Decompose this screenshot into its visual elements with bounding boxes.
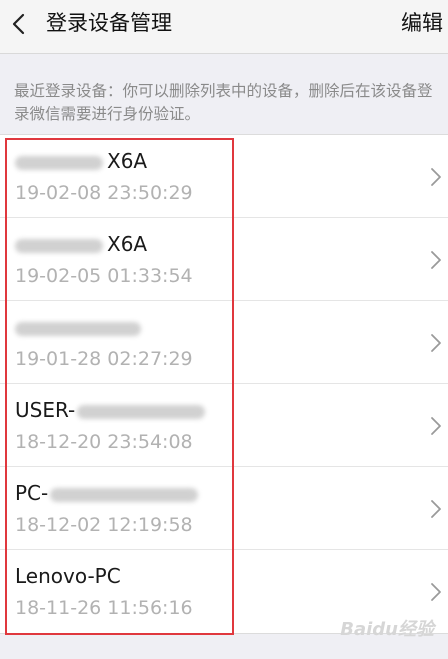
login-time: 19-02-05 01:33:54 bbox=[15, 265, 193, 287]
device-name: X6A bbox=[15, 230, 147, 258]
redacted-blur bbox=[77, 404, 206, 419]
login-time: 19-02-08 23:50:29 bbox=[15, 182, 193, 204]
hint-text: 最近登录设备：你可以删除列表中的设备，删除后在该设备登录微信需要进行身份验证。 bbox=[14, 82, 433, 123]
navigation-bar: 登录设备管理 编辑 bbox=[0, 0, 448, 54]
chevron-right-icon bbox=[431, 334, 441, 352]
login-time: 18-12-02 12:19:58 bbox=[15, 514, 193, 536]
redacted-blur bbox=[15, 321, 141, 336]
device-row[interactable]: X6A 19-02-08 23:50:29 bbox=[0, 135, 448, 218]
chevron-right-icon bbox=[431, 583, 441, 601]
chevron-right-icon bbox=[431, 251, 441, 269]
page-title: 登录设备管理 bbox=[46, 11, 172, 35]
chevron-right-icon bbox=[431, 417, 441, 435]
watermark: Baidu经验 bbox=[340, 619, 434, 640]
device-name: X6A bbox=[15, 147, 147, 175]
back-arrow-icon[interactable] bbox=[8, 12, 32, 36]
redacted-blur bbox=[15, 238, 103, 253]
device-name: Lenovo-PC bbox=[15, 564, 121, 588]
device-name: PC- bbox=[15, 479, 202, 507]
chevron-right-icon bbox=[431, 500, 441, 518]
device-list: X6A 19-02-08 23:50:29 X6A 19-02-05 01:33… bbox=[0, 134, 448, 634]
device-name bbox=[15, 313, 145, 341]
login-time: 18-12-20 23:54:08 bbox=[15, 431, 193, 453]
edit-button[interactable]: 编辑 bbox=[401, 9, 443, 37]
device-row[interactable]: PC- 18-12-02 12:19:58 bbox=[0, 467, 448, 550]
login-time: 18-11-26 11:56:16 bbox=[15, 597, 193, 619]
redacted-blur bbox=[15, 155, 103, 170]
device-name: USER- bbox=[15, 396, 209, 424]
chevron-right-icon bbox=[431, 168, 441, 186]
device-row[interactable]: X6A 19-02-05 01:33:54 bbox=[0, 218, 448, 301]
device-row[interactable]: USER- 18-12-20 23:54:08 bbox=[0, 384, 448, 467]
login-time: 19-01-28 02:27:29 bbox=[15, 348, 193, 370]
device-row[interactable]: 19-01-28 02:27:29 bbox=[0, 301, 448, 384]
redacted-blur bbox=[50, 487, 199, 502]
